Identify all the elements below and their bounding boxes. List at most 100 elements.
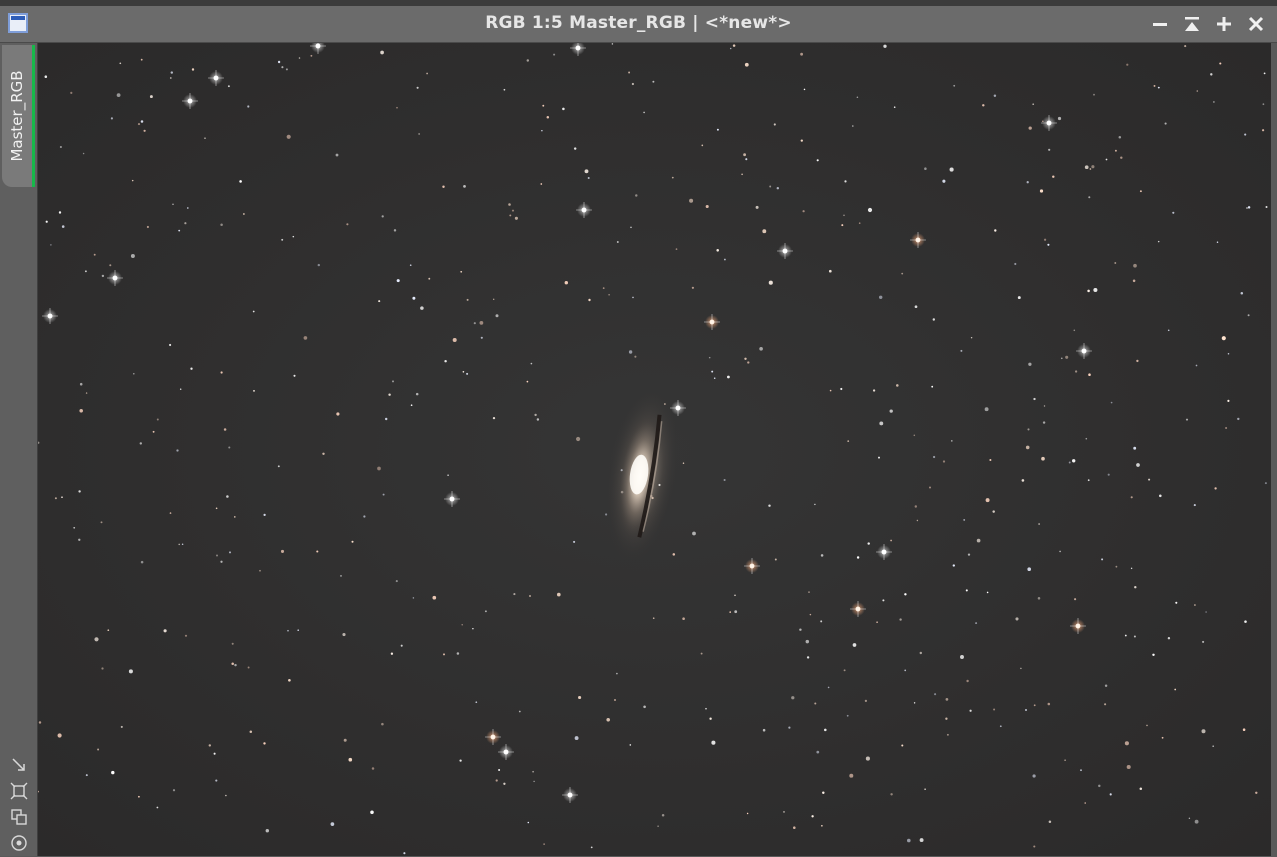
star: [916, 519, 919, 522]
star: [1033, 397, 1036, 401]
star: [79, 409, 83, 413]
star: [965, 589, 968, 592]
minimize-icon[interactable]: [1148, 12, 1172, 36]
target-icon[interactable]: [9, 833, 29, 853]
star: [1139, 787, 1143, 791]
star: [84, 270, 87, 273]
maximize-icon[interactable]: [1212, 12, 1236, 36]
star: [729, 47, 732, 50]
star: [1068, 461, 1071, 464]
star: [1164, 122, 1167, 125]
title-bar[interactable]: RGB 1:5 Master_RGB | <*new*>: [0, 6, 1277, 43]
star: [247, 666, 250, 669]
star: [992, 510, 995, 513]
fit-view-icon[interactable]: [9, 781, 29, 801]
star: [444, 359, 447, 363]
star: [111, 770, 115, 775]
star: [904, 669, 907, 672]
star: [495, 779, 498, 782]
star: [412, 296, 416, 300]
star: [412, 597, 415, 599]
star: [176, 449, 179, 452]
star: [61, 225, 65, 228]
star: [613, 698, 617, 702]
diffraction-spike: [208, 70, 224, 86]
view-sidebar: Master_RGB: [0, 43, 38, 856]
star: [140, 120, 144, 123]
clone-view-icon[interactable]: [9, 807, 29, 827]
star: [590, 846, 593, 849]
star: [503, 88, 506, 91]
star: [744, 62, 749, 67]
star: [822, 791, 825, 794]
star: [377, 466, 381, 471]
star: [342, 633, 346, 637]
star: [1048, 820, 1052, 823]
star: [133, 372, 135, 375]
star: [692, 531, 696, 536]
star: [380, 50, 384, 55]
star: [281, 66, 284, 69]
star: [631, 82, 635, 86]
star: [1195, 364, 1198, 367]
star: [1159, 494, 1162, 498]
star: [285, 68, 288, 71]
star: [542, 104, 545, 107]
view-tab-master-rgb[interactable]: Master_RGB: [2, 45, 35, 187]
close-icon[interactable]: [1244, 12, 1268, 36]
star: [821, 825, 823, 827]
star: [225, 794, 227, 797]
star: [1227, 399, 1230, 402]
star: [732, 44, 736, 47]
star: [844, 180, 847, 183]
star: [872, 389, 876, 392]
star: [1110, 401, 1113, 404]
star: [723, 258, 726, 261]
star: [534, 413, 537, 417]
star: [536, 418, 540, 421]
star: [61, 496, 63, 499]
star: [913, 702, 916, 704]
image-viewport[interactable]: [38, 43, 1271, 856]
star: [1101, 558, 1104, 561]
star: [265, 829, 269, 833]
star: [1020, 667, 1022, 670]
star: [675, 248, 678, 250]
star: [178, 543, 180, 546]
star: [616, 672, 618, 675]
star: [967, 553, 971, 556]
star: [847, 440, 850, 442]
star: [416, 86, 419, 89]
star: [1098, 784, 1101, 788]
star: [38, 721, 42, 724]
star: [1244, 620, 1247, 623]
star: [883, 44, 887, 48]
diffraction-spike: [704, 314, 720, 330]
window-frame-right: [1271, 43, 1277, 856]
star: [984, 407, 989, 412]
star: [652, 80, 655, 83]
star: [509, 214, 512, 217]
star: [116, 93, 121, 97]
star: [1161, 736, 1164, 739]
star: [1033, 704, 1036, 707]
star: [409, 264, 412, 267]
star: [711, 740, 716, 745]
star: [119, 62, 122, 65]
star: [1088, 196, 1091, 199]
diffraction-spike: [107, 270, 123, 286]
star: [851, 125, 854, 127]
star: [1043, 405, 1046, 407]
star: [768, 280, 773, 285]
shade-icon[interactable]: [1180, 12, 1204, 36]
star: [1261, 129, 1265, 132]
star: [574, 736, 579, 741]
star: [805, 639, 810, 644]
star: [480, 336, 483, 339]
star: [945, 698, 949, 701]
star: [1026, 181, 1029, 184]
zoom-to-fit-icon[interactable]: [9, 755, 29, 775]
star: [711, 370, 714, 373]
diffraction-spike: [562, 787, 578, 803]
star: [120, 725, 123, 728]
